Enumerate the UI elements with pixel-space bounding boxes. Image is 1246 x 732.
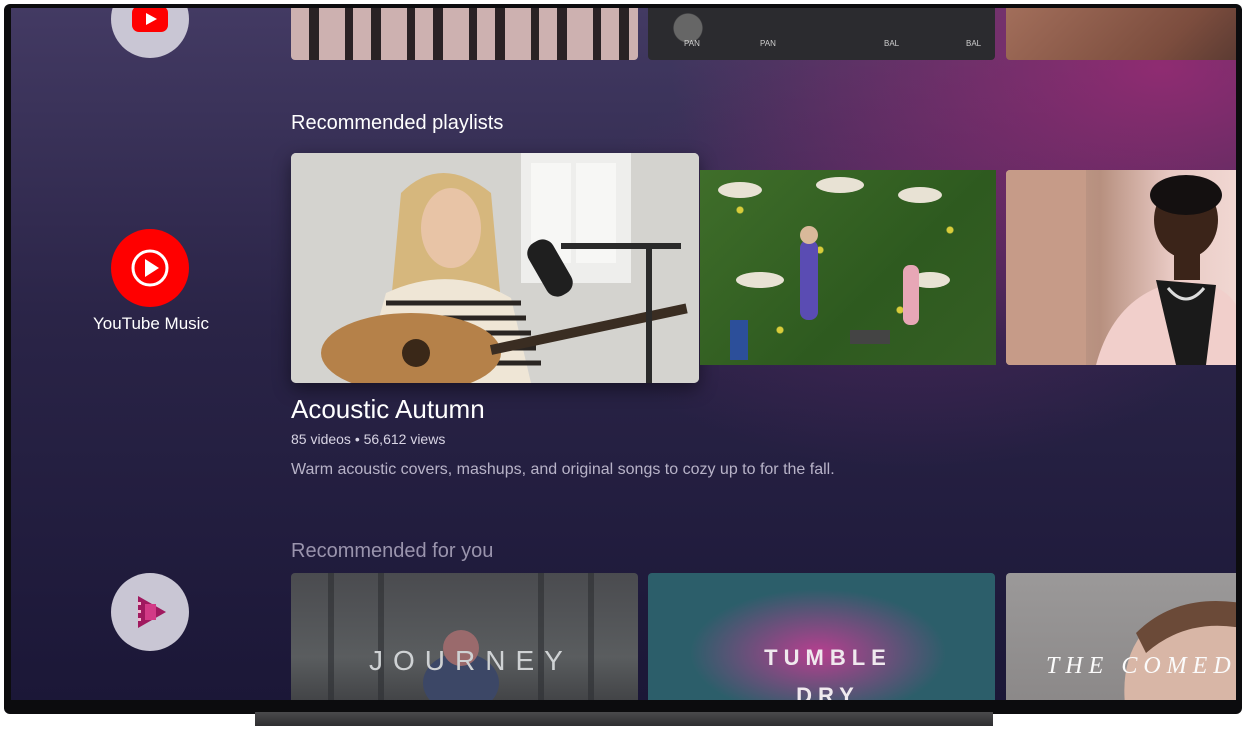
thumbnail-piano-keys[interactable]: [291, 8, 638, 60]
thumbnail-guitar-wood[interactable]: [1006, 8, 1236, 60]
recommended-card-the-comedy[interactable]: THE COMEDY: [1006, 573, 1236, 700]
tv-stand: [255, 712, 993, 726]
app-youtube-music[interactable]: [111, 229, 189, 307]
youtube-music-icon: [131, 249, 169, 287]
poster-title: TUMBLE DRY: [764, 645, 892, 700]
knob-label: PAN: [760, 39, 776, 48]
poster-title: JOURNEY: [369, 645, 573, 676]
knob-label: BAL: [884, 39, 900, 48]
section-title-playlists: Recommended playlists: [291, 112, 504, 134]
comedy-poster-art: [1124, 601, 1236, 700]
featured-playlist-meta: 85 videos • 56,612 views: [291, 431, 446, 447]
featured-playlist-card[interactable]: [291, 153, 699, 383]
thumbnail-mixer-knobs[interactable]: PAN PAN BAL BAL: [648, 8, 995, 60]
app-youtube[interactable]: [111, 8, 189, 58]
playlist-card-portrait[interactable]: [1006, 170, 1236, 365]
youtube-icon: [132, 8, 168, 32]
recommended-card-tumble-dry[interactable]: TUMBLE DRY: [648, 573, 995, 700]
tv-screen: YouTube Music PAN PAN BAL BAL Recommende…: [11, 8, 1236, 700]
field-thumbnail-art: [718, 177, 950, 360]
featured-playlist-title: Acoustic Autumn: [291, 394, 485, 424]
play-movies-icon: [138, 596, 166, 628]
section-title-recommended: Recommended for you: [291, 540, 494, 562]
app-play-movies[interactable]: [111, 573, 189, 651]
portrait-thumbnail-art: [1006, 170, 1236, 365]
knob-label: BAL: [966, 39, 982, 48]
app-label-youtube-music: YouTube Music: [93, 314, 209, 333]
journey-poster-art: [328, 573, 594, 700]
featured-thumbnail-art: [291, 153, 699, 383]
playlist-card-field[interactable]: [700, 170, 996, 365]
featured-playlist-description: Warm acoustic covers, mashups, and origi…: [291, 461, 835, 478]
poster-title: THE COMEDY: [1046, 653, 1236, 679]
app-sidebar: YouTube Music: [11, 8, 281, 700]
recommended-card-journey[interactable]: JOURNEY: [291, 573, 638, 700]
knob-label: PAN: [684, 39, 700, 48]
